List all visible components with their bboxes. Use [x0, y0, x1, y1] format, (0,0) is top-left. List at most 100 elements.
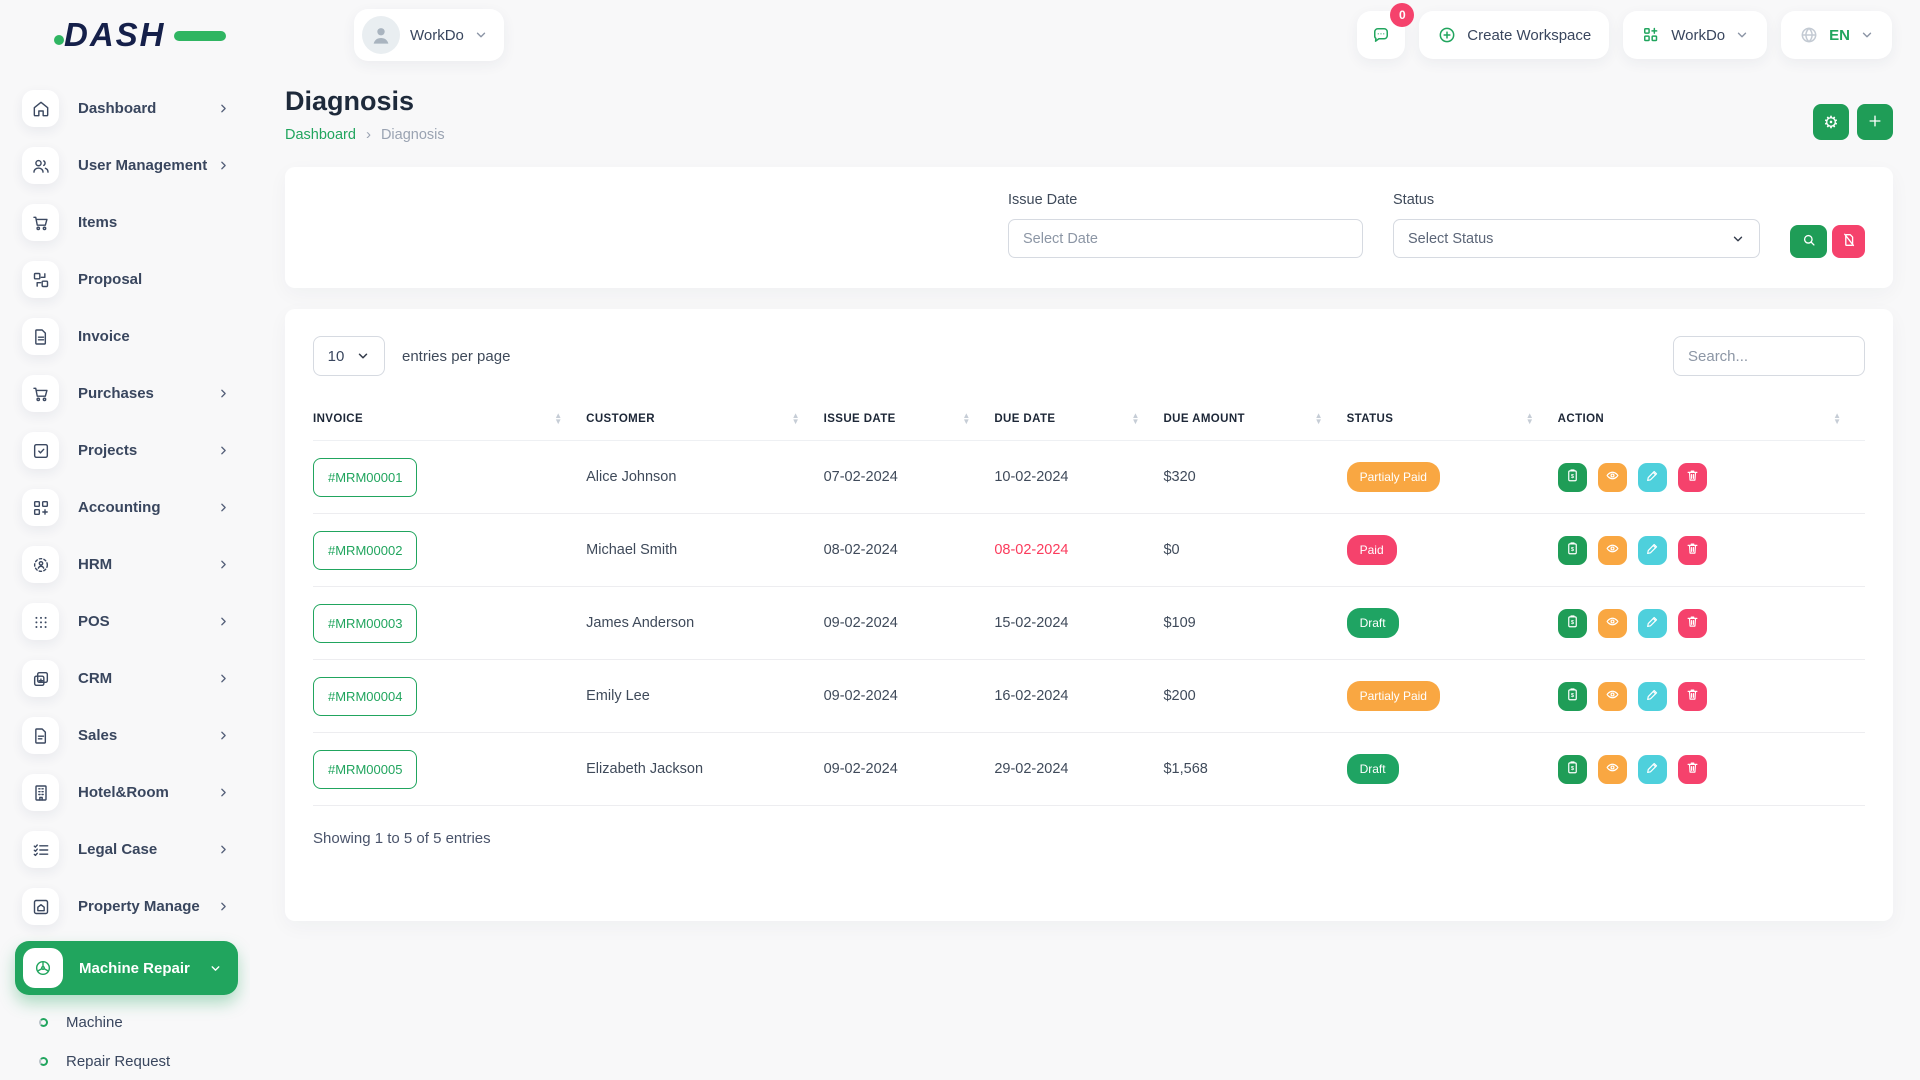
logo-dot — [54, 35, 64, 45]
invoice-number-badge[interactable]: #MRM00004 — [313, 677, 417, 716]
invoice-number-badge[interactable]: #MRM00005 — [313, 750, 417, 789]
sidebar-item-user-management[interactable]: User Management — [0, 137, 250, 194]
chevron-right-icon — [217, 672, 230, 685]
sidebar-item-dashboard[interactable]: Dashboard — [0, 80, 250, 137]
sidebar-item-legal-case[interactable]: Legal Case — [0, 821, 250, 878]
bullet-icon — [39, 1057, 48, 1066]
edit-button[interactable] — [1638, 682, 1667, 711]
sort-icon[interactable]: ▲▼ — [554, 413, 576, 425]
table-row: #MRM00004 Emily Lee 09-02-2024 16-02-202… — [313, 660, 1865, 733]
pencil-icon — [1645, 541, 1660, 559]
column-header-invoice[interactable]: INVOICE ▲▼ — [313, 398, 586, 441]
sidebar-item-projects[interactable]: Projects — [0, 422, 250, 479]
sidebar-item-crm[interactable]: CRM — [0, 650, 250, 707]
workspace-menu-button[interactable]: WorkDo — [1623, 11, 1767, 59]
sort-icon[interactable]: ▲▼ — [1833, 413, 1855, 425]
column-header-action[interactable]: ACTION ▲▼ — [1558, 398, 1865, 441]
pencil-icon — [1645, 687, 1660, 705]
issue-date-input[interactable] — [1008, 219, 1363, 258]
customer-cell: Michael Smith — [586, 514, 823, 587]
column-header-due-date[interactable]: DUE DATE ▲▼ — [994, 398, 1163, 441]
invoice-number-badge[interactable]: #MRM00003 — [313, 604, 417, 643]
payment-button[interactable]: $ — [1558, 682, 1587, 711]
sidebar-subitem-machine[interactable]: Machine — [0, 1003, 250, 1042]
delete-button[interactable] — [1678, 536, 1707, 565]
column-header-customer[interactable]: CUSTOMER ▲▼ — [586, 398, 823, 441]
delete-button[interactable] — [1678, 463, 1707, 492]
delete-button[interactable] — [1678, 682, 1707, 711]
invoice-number-badge[interactable]: #MRM00001 — [313, 458, 417, 497]
sidebar-item-accounting[interactable]: Accounting — [0, 479, 250, 536]
sort-icon[interactable]: ▲▼ — [792, 413, 814, 425]
column-header-status[interactable]: STATUS ▲▼ — [1347, 398, 1558, 441]
workspace-selector[interactable]: WorkDo — [354, 9, 504, 61]
payment-button[interactable]: $ — [1558, 536, 1587, 565]
create-workspace-button[interactable]: Create Workspace — [1419, 11, 1609, 59]
reset-filter-button[interactable] — [1832, 225, 1865, 258]
sort-icon[interactable]: ▲▼ — [1315, 413, 1337, 425]
create-workspace-label: Create Workspace — [1467, 27, 1591, 44]
edit-button[interactable] — [1638, 536, 1667, 565]
table-search-input[interactable] — [1673, 336, 1865, 376]
sidebar-item-property-manage[interactable]: Property Manage — [0, 878, 250, 935]
sidebar-item-hrm[interactable]: HRM — [0, 536, 250, 593]
sidebar-items: Dashboard User Management Items Proposal… — [0, 80, 250, 935]
payment-button[interactable]: $ — [1558, 463, 1587, 492]
invoice-number-badge[interactable]: #MRM00002 — [313, 531, 417, 570]
sidebar-item-label: POS — [78, 613, 217, 630]
messages-button[interactable]: 0 — [1357, 11, 1405, 59]
sidebar-item-machine-repair[interactable]: Machine Repair — [15, 941, 238, 995]
crm-icon — [22, 660, 59, 697]
column-header-issue-date[interactable]: ISSUE DATE ▲▼ — [824, 398, 995, 441]
status-select[interactable]: Select Status — [1393, 219, 1760, 258]
breadcrumb-dashboard-link[interactable]: Dashboard — [285, 127, 356, 143]
chevron-right-icon — [217, 102, 230, 115]
sidebar-item-purchases[interactable]: Purchases — [0, 365, 250, 422]
add-diagnosis-button[interactable] — [1857, 104, 1893, 140]
delete-button[interactable] — [1678, 609, 1707, 638]
delete-button[interactable] — [1678, 755, 1707, 784]
language-label: EN — [1829, 27, 1850, 44]
language-selector[interactable]: EN — [1781, 11, 1892, 59]
workspace-selector-label: WorkDo — [410, 27, 464, 44]
sort-icon[interactable]: ▲▼ — [1526, 413, 1548, 425]
due-date-cell: 10-02-2024 — [994, 441, 1163, 514]
page-size-select[interactable]: 10 — [313, 336, 385, 376]
view-button[interactable] — [1598, 536, 1627, 565]
column-header-due-amount[interactable]: DUE AMOUNT ▲▼ — [1163, 398, 1346, 441]
main-content: Diagnosis Dashboard › Diagnosis ⚙ Issue … — [250, 70, 1920, 921]
issue-date-filter: Issue Date — [1008, 192, 1363, 258]
edit-button[interactable] — [1638, 463, 1667, 492]
sidebar-item-label: Sales — [78, 727, 217, 744]
view-button[interactable] — [1598, 463, 1627, 492]
sidebar-item-label: Proposal — [78, 271, 217, 288]
payment-button[interactable]: $ — [1558, 755, 1587, 784]
sidebar-subitem-repair-request[interactable]: Repair Request — [0, 1042, 250, 1080]
view-button[interactable] — [1598, 609, 1627, 638]
sidebar-item-hotel-room[interactable]: Hotel&Room — [0, 764, 250, 821]
edit-button[interactable] — [1638, 609, 1667, 638]
app-logo[interactable]: DASH — [64, 16, 234, 54]
chevron-right-icon — [217, 387, 230, 400]
sidebar-item-proposal[interactable]: Proposal — [0, 251, 250, 308]
edit-button[interactable] — [1638, 755, 1667, 784]
chevron-right-icon — [217, 558, 230, 571]
invoice-icon — [22, 318, 59, 355]
status-badge: Partialy Paid — [1347, 681, 1440, 711]
building-icon — [22, 774, 59, 811]
hrm-icon — [22, 546, 59, 583]
sidebar-item-invoice[interactable]: Invoice — [0, 308, 250, 365]
settings-button[interactable]: ⚙ — [1813, 104, 1849, 140]
sort-icon[interactable]: ▲▼ — [962, 413, 984, 425]
view-button[interactable] — [1598, 682, 1627, 711]
eye-icon — [1605, 760, 1620, 778]
payment-button[interactable]: $ — [1558, 609, 1587, 638]
view-button[interactable] — [1598, 755, 1627, 784]
chevron-down-icon — [356, 349, 370, 363]
due-date-cell: 29-02-2024 — [994, 733, 1163, 806]
sidebar-item-items[interactable]: Items — [0, 194, 250, 251]
sidebar-item-sales[interactable]: Sales — [0, 707, 250, 764]
sidebar-item-pos[interactable]: POS — [0, 593, 250, 650]
sort-icon[interactable]: ▲▼ — [1132, 413, 1154, 425]
apply-filter-button[interactable] — [1790, 225, 1827, 258]
